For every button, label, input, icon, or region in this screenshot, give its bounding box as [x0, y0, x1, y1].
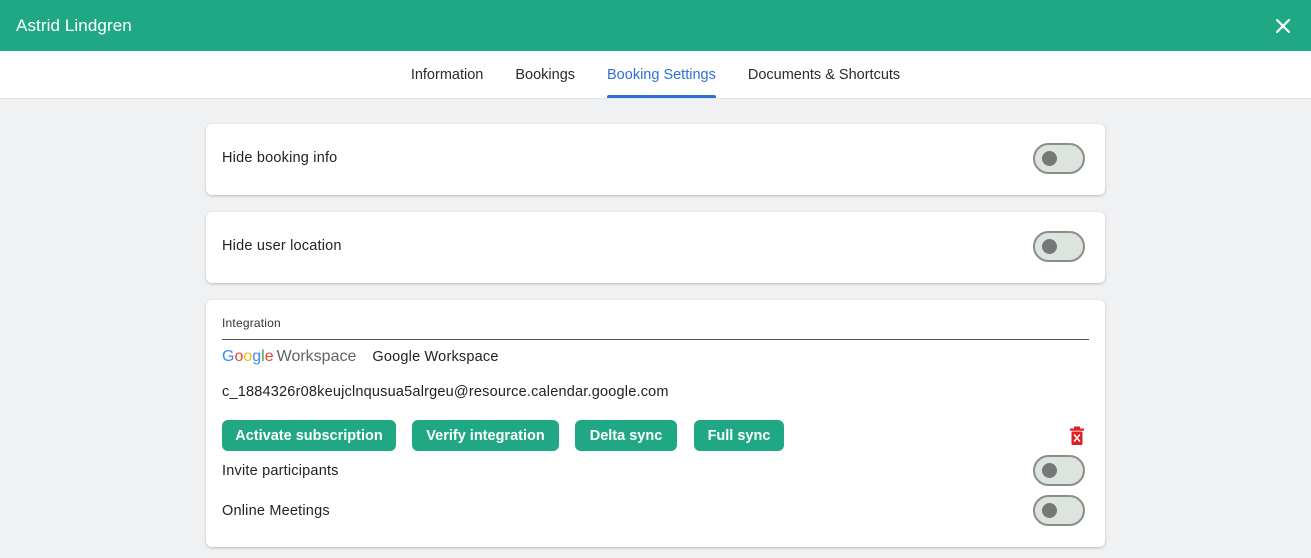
provider-row: Go o g l e Workspace Google Workspace: [222, 346, 499, 368]
online-meetings-label: Online Meetings: [222, 503, 330, 519]
hide-booking-info-toggle[interactable]: [1033, 143, 1085, 174]
tab-label: Documents & Shortcuts: [747, 66, 901, 83]
tab-bar: Information Bookings Booking Settings Do…: [0, 51, 1311, 99]
dialog-header: Astrid Lindgren: [0, 0, 1311, 51]
invite-participants-toggle[interactable]: [1033, 455, 1085, 486]
tab-label: Information: [410, 66, 484, 83]
verify-integration-button[interactable]: Verify integration: [412, 420, 559, 451]
close-icon[interactable]: [1271, 14, 1295, 38]
tab-information[interactable]: Information: [395, 51, 500, 98]
invite-participants-label: Invite participants: [222, 463, 339, 479]
tab-documents-shortcuts[interactable]: Documents & Shortcuts: [732, 51, 916, 98]
delta-sync-button[interactable]: Delta sync: [575, 420, 677, 451]
toggle-knob: [1042, 463, 1057, 478]
tab-bookings[interactable]: Bookings: [499, 51, 591, 98]
online-meetings-toggle[interactable]: [1033, 495, 1085, 526]
google-workspace-logo: Go o g l e Workspace: [222, 348, 357, 365]
trash-icon[interactable]: [1069, 426, 1085, 446]
section-divider: [222, 339, 1089, 340]
activate-subscription-button[interactable]: Activate subscription: [222, 420, 396, 451]
resource-email: c_1884326r08keujclnqusua5alrgeu@resource…: [222, 384, 669, 400]
hide-booking-info-label: Hide booking info: [222, 150, 338, 166]
tab-booking-settings[interactable]: Booking Settings: [591, 51, 732, 98]
hide-user-location-label: Hide user location: [222, 238, 342, 254]
full-sync-button[interactable]: Full sync: [694, 420, 784, 451]
toggle-knob: [1042, 503, 1057, 518]
dialog-title: Astrid Lindgren: [16, 15, 132, 35]
hide-booking-info-card: Hide booking info: [206, 124, 1105, 195]
hide-user-location-card: Hide user location: [206, 212, 1105, 283]
provider-name: Google Workspace: [372, 349, 499, 365]
toggle-knob: [1042, 151, 1057, 166]
hide-user-location-toggle[interactable]: [1033, 231, 1085, 262]
toggle-knob: [1042, 239, 1057, 254]
integration-card: Integration Go o g l e Workspace Google Works…: [206, 300, 1105, 547]
integration-section-label: Integration: [222, 316, 281, 330]
tab-label: Booking Settings: [607, 66, 716, 83]
tab-label: Bookings: [515, 66, 576, 83]
